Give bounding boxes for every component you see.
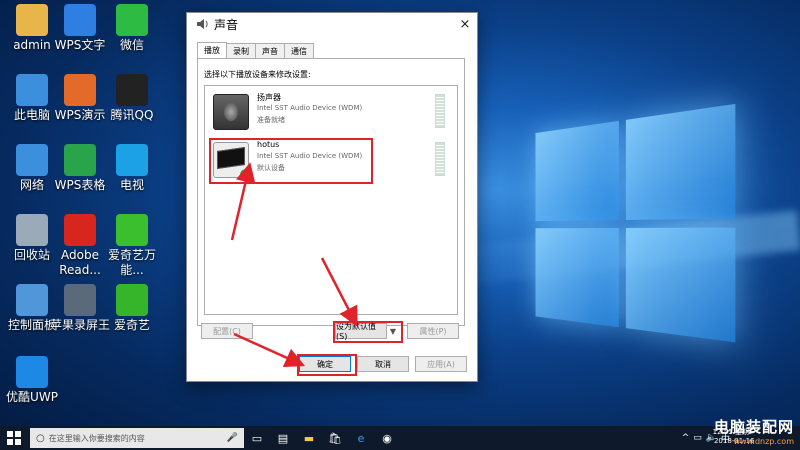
screen-recorder-icon: [64, 284, 96, 316]
qq-icon: [116, 74, 148, 106]
iqiyi-player-icon: [116, 214, 148, 246]
instruction-text: 选择以下播放设备来修改设置:: [204, 70, 311, 79]
device-name: 扬声器: [257, 93, 281, 102]
desktop-icon-label: 爱奇艺: [113, 318, 150, 332]
tv-icon: [116, 144, 148, 176]
app-icon[interactable]: ◉: [374, 426, 400, 450]
wechat-icon: [116, 4, 148, 36]
desktop-icon-label: 爱奇艺万能...: [107, 248, 156, 277]
desktop-icon[interactable]: 腾讯QQ: [100, 74, 164, 123]
highlight-ok-box: [297, 354, 357, 376]
youku-icon: [16, 356, 48, 388]
desktop-icon[interactable]: 爱奇艺: [100, 284, 164, 333]
microphone-icon[interactable]: 🎤: [227, 433, 238, 443]
watermark: 电脑装配网 www.dnzp.com: [714, 416, 794, 446]
desktop-icon[interactable]: 微信: [100, 4, 164, 53]
taskbar: ○ 在这里输入你要搜索的内容 🎤 ▭ ▤ ▬ 🛍 e ◉ ^ ▭ 🔈 中 12:…: [0, 426, 800, 450]
search-box[interactable]: ○ 在这里输入你要搜索的内容 🎤: [30, 428, 244, 448]
windows-logo-wallpaper: [535, 103, 743, 357]
user-folder-icon: [16, 4, 48, 36]
highlight-device-box: [209, 138, 373, 184]
adobe-reader-icon: [64, 214, 96, 246]
iqiyi-icon: [116, 284, 148, 316]
desktop-icon[interactable]: 爱奇艺万能...: [100, 214, 164, 278]
store-icon[interactable]: 🛍: [322, 426, 348, 450]
desktop-icon[interactable]: 电视: [100, 144, 164, 193]
watermark-url: www.dnzp.com: [733, 437, 795, 446]
search-placeholder: 在这里输入你要搜索的内容: [48, 433, 145, 443]
speaker-icon: [213, 94, 249, 130]
edge-icon[interactable]: e: [348, 426, 374, 450]
wps-spreadsheet-icon: [64, 144, 96, 176]
battery-icon[interactable]: ▭: [693, 433, 702, 443]
recycle-bin-icon: [16, 214, 48, 246]
speaker-icon: [197, 19, 208, 29]
device-description: Intel SST Audio Device (WDM): [257, 104, 363, 112]
dialog-titlebar: 声音 ×: [187, 13, 477, 35]
playback-panel: 选择以下播放设备来修改设置: 扬声器 Intel SST Audio Devic…: [197, 58, 465, 326]
highlight-set-default-box: [333, 321, 403, 343]
desktop-icon-label: 微信: [119, 38, 144, 52]
desktop-icon-label: 优酷UWP: [6, 390, 58, 404]
windows-icon: [7, 431, 21, 445]
device-status: 准备就绪: [257, 116, 285, 124]
control-panel-icon: [16, 284, 48, 316]
close-icon[interactable]: ×: [453, 17, 477, 32]
apply-button[interactable]: 应用(A): [415, 356, 467, 372]
start-button[interactable]: [0, 426, 28, 450]
desktop-icon[interactable]: 优酷UWP: [0, 356, 64, 405]
configure-button[interactable]: 配置(C): [201, 323, 253, 339]
dialog-title: 声音: [214, 17, 239, 32]
properties-button[interactable]: 属性(P): [407, 323, 459, 339]
volume-meter: [435, 142, 445, 176]
sound-dialog: 声音 × 播放 录制 声音 通信 选择以下播放设备来修改设置: 扬声器 Inte…: [186, 12, 478, 382]
device-speaker[interactable]: 扬声器 Intel SST Audio Device (WDM) 准备就绪: [209, 90, 449, 134]
wps-presentation-icon: [64, 74, 96, 106]
file-explorer-icon[interactable]: ▬: [296, 426, 322, 450]
desktop-icon-label: 腾讯QQ: [110, 108, 154, 122]
chevron-up-icon[interactable]: ^: [682, 433, 690, 443]
cortana-icon: ○: [36, 432, 45, 444]
task-view-icon[interactable]: ▭: [244, 426, 270, 450]
watermark-title: 电脑装配网: [713, 418, 794, 436]
wps-writer-icon: [64, 4, 96, 36]
network-app-icon[interactable]: ▤: [270, 426, 296, 450]
network-icon: [16, 144, 48, 176]
desktop-icon-label: 电视: [119, 178, 144, 192]
volume-meter: [435, 94, 445, 128]
this-pc-icon: [16, 74, 48, 106]
cancel-button[interactable]: 取消: [357, 356, 409, 372]
device-list: 扬声器 Intel SST Audio Device (WDM) 准备就绪 ✓ …: [204, 85, 458, 315]
